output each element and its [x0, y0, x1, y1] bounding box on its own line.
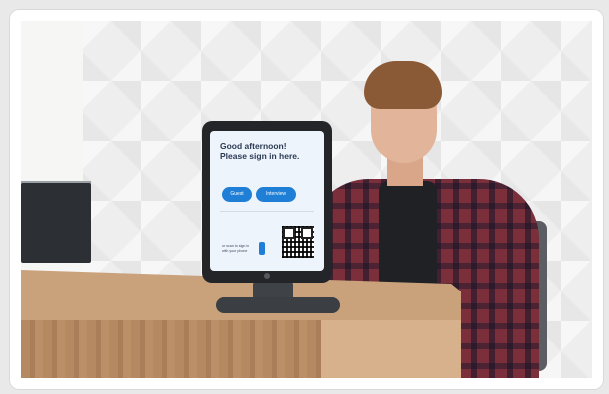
sign-in-tablet: Good afternoon! Please sign in here. Gue… [202, 121, 332, 283]
desk-front [21, 313, 321, 378]
greeting-line-1: Good afternoon! [220, 141, 287, 151]
image-frame: Good afternoon! Please sign in here. Gue… [9, 9, 604, 390]
phone-icon [259, 242, 265, 255]
camera-icon [264, 273, 270, 279]
tablet-stand-base [216, 297, 340, 313]
guest-button[interactable]: Guest [222, 187, 252, 202]
qr-code-icon[interactable] [282, 226, 314, 258]
reception-photo: Good afternoon! Please sign in here. Gue… [21, 21, 592, 378]
tablet-screen: Good afternoon! Please sign in here. Gue… [210, 131, 324, 271]
desktop-monitor [21, 183, 91, 263]
greeting-text: Good afternoon! Please sign in here. [220, 141, 320, 161]
greeting-line-2: Please sign in here. [220, 151, 300, 161]
qr-hint-text: or scan to sign in with your phone [222, 244, 250, 253]
interview-button[interactable]: Interview [256, 187, 296, 202]
hair [364, 61, 442, 109]
screen-divider [220, 211, 314, 212]
